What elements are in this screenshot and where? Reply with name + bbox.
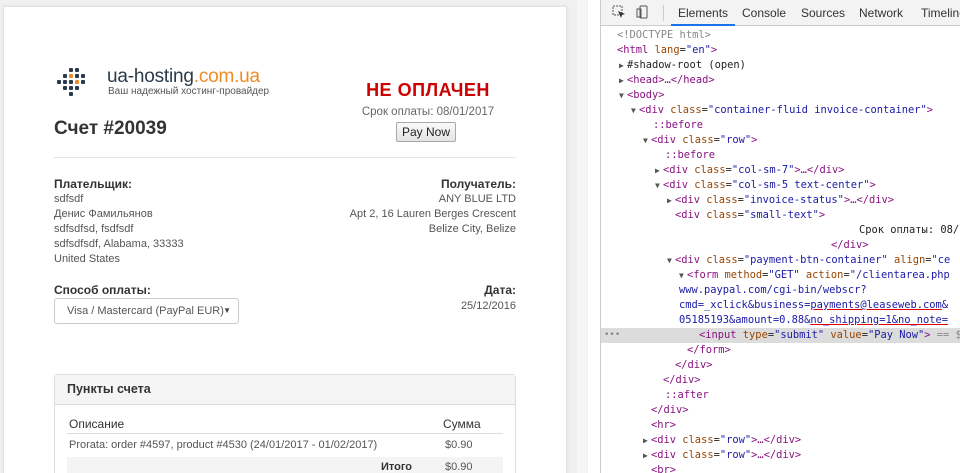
- page-scrollbar[interactable]: [577, 0, 587, 473]
- dom-line-br[interactable]: <br>: [601, 463, 960, 473]
- dom-line-html[interactable]: <html lang="en">: [601, 43, 960, 58]
- dom-line-row-before[interactable]: ::before: [601, 148, 960, 163]
- payment-method-select[interactable]: Visa / Mastercard (PayPal EUR) ▼: [54, 298, 239, 324]
- payer-line-5: United States: [54, 253, 121, 265]
- dom-line-form-action-4[interactable]: 05185193&amount=0.88&no_shipping=1&no_no…: [601, 313, 960, 328]
- toolbar-separator: [663, 5, 664, 21]
- dom-line-hr[interactable]: <hr>: [601, 418, 960, 433]
- more-options-icon: •••: [604, 330, 621, 340]
- tab-elements[interactable]: Elements: [678, 6, 728, 20]
- dom-line-body[interactable]: ▼ <body>: [601, 88, 960, 103]
- recipient-line-3: Belize City, Belize: [428, 223, 516, 235]
- expand-arrow-icon: ▶: [667, 196, 672, 205]
- collapse-arrow-icon: ▼: [619, 91, 624, 100]
- dom-line-close-div[interactable]: </div>: [601, 238, 960, 253]
- payer-line-2: Денис Фамильянов: [54, 208, 153, 220]
- dom-line-head[interactable]: ▶ <head>…</head>: [601, 73, 960, 88]
- brand-name[interactable]: ua-hosting.com.ua: [107, 66, 260, 88]
- dom-line-after[interactable]: ::after: [601, 388, 960, 403]
- item-amount: $0.90: [445, 439, 473, 451]
- total-label: Итого: [381, 461, 413, 473]
- brand-tagline: Ваш надежный хостинг-провайдер: [108, 86, 270, 97]
- expand-arrow-icon: ▶: [643, 436, 648, 445]
- payer-line-4: sdfsdfsdf, Alabama, 33333: [54, 238, 184, 250]
- dom-line-col5[interactable]: ▼ <div class="col-sm-5 text-center">: [601, 178, 960, 193]
- collapse-arrow-icon: ▼: [631, 106, 636, 115]
- column-header-description: Описание: [69, 417, 125, 431]
- tab-network[interactable]: Network: [859, 6, 903, 20]
- collapse-arrow-icon: ▼: [667, 256, 672, 265]
- inspect-element-icon[interactable]: [611, 5, 627, 21]
- item-description: Prorata: order #4597, product #4530 (24/…: [69, 439, 378, 451]
- collapse-arrow-icon: ▼: [655, 181, 660, 190]
- payer-label: Плательщик:: [54, 177, 132, 191]
- expand-arrow-icon: ▶: [619, 61, 624, 70]
- payer-line-1: sdfsdf: [54, 193, 84, 205]
- dom-line-doctype[interactable]: <!DOCTYPE html>: [601, 28, 960, 43]
- dom-line-col7[interactable]: ▶ <div class="col-sm-7">…</div>: [601, 163, 960, 178]
- dom-line-input-selected[interactable]: ••• <input type="submit" value="Pay Now">…: [601, 328, 960, 343]
- dom-line-form-action-3[interactable]: cmd=_xclick&business=payments@leaseweb.c…: [601, 298, 960, 313]
- dom-line-close-div-4[interactable]: </div>: [601, 403, 960, 418]
- dom-line-container[interactable]: ▼ <div class="container-fluid invoice-con…: [601, 103, 960, 118]
- pay-now-button[interactable]: Pay Now: [396, 122, 456, 142]
- brand-logo-icon: [57, 68, 87, 96]
- chevron-down-icon: ▼: [223, 306, 231, 315]
- recipient-line-1: ANY BLUE LTD: [438, 193, 516, 205]
- invoice-status: НЕ ОПЛАЧЕН: [366, 80, 490, 100]
- invoice-date: 25/12/2016: [460, 300, 516, 312]
- dom-line-form-action-2[interactable]: www.paypal.com/cgi-bin/webscr?: [601, 283, 960, 298]
- dom-line-invoice-status[interactable]: ▶ <div class="invoice-status">…</div>: [601, 193, 960, 208]
- dom-line-close-div-2[interactable]: </div>: [601, 358, 960, 373]
- dom-line-before[interactable]: ::before: [601, 118, 960, 133]
- collapse-arrow-icon: ▼: [679, 271, 684, 280]
- due-date: Срок оплаты: 08/01/2017: [361, 106, 495, 118]
- device-toolbar-icon[interactable]: [635, 5, 651, 21]
- dom-line-close-form[interactable]: </form>: [601, 343, 960, 358]
- expand-arrow-icon: ▶: [619, 76, 624, 85]
- dom-tree: <!DOCTYPE html> <html lang="en"> ▶ #shado…: [601, 28, 960, 473]
- devtools-toolbar: Elements Console Sources Network Timelin…: [601, 0, 960, 26]
- dom-line-row-2[interactable]: ▶ <div class="row">…</div>: [601, 433, 960, 448]
- payment-method-value: Visa / Mastercard (PayPal EUR): [67, 305, 224, 317]
- dom-line-row-3[interactable]: ▶ <div class="row">…</div>: [601, 448, 960, 463]
- dom-line-small-text[interactable]: <div class="small-text">: [601, 208, 960, 223]
- brand-tld: .com.ua: [193, 66, 260, 87]
- tab-timeline[interactable]: Timeline: [921, 6, 960, 20]
- invoice-title: Счет #20039: [54, 118, 167, 139]
- recipient-line-2: Apt 2, 16 Lauren Berges Crescent: [349, 208, 516, 220]
- tab-sources[interactable]: Sources: [801, 6, 845, 20]
- dom-line-form[interactable]: ▼ <form method="GET" action="/clientarea.…: [601, 268, 960, 283]
- dom-line-close-div-3[interactable]: </div>: [601, 373, 960, 388]
- collapse-arrow-icon: ▼: [643, 136, 648, 145]
- date-label: Дата:: [484, 283, 516, 297]
- column-header-amount: Сумма: [443, 417, 481, 431]
- total-amount: $0.90: [445, 461, 473, 473]
- dom-line-shadow-root[interactable]: ▶ #shadow-root (open): [601, 58, 960, 73]
- tab-console[interactable]: Console: [742, 6, 786, 20]
- expand-arrow-icon: ▶: [655, 166, 660, 175]
- payment-method-label: Способ оплаты:: [54, 283, 151, 297]
- recipient-label: Получатель:: [441, 177, 516, 191]
- dom-line-due-text[interactable]: Срок оплаты: 08/: [601, 223, 960, 238]
- brand-main: ua-hosting: [107, 66, 194, 87]
- total-row: [67, 457, 503, 473]
- invoice-items-panel: Пункты счета Описание Сумма Prorata: ord…: [54, 374, 516, 473]
- devtools-panel: Elements Console Sources Network Timelin…: [600, 0, 960, 473]
- table-header-divider: [67, 433, 503, 434]
- dom-line-payment-container[interactable]: ▼ <div class="payment-btn-container" alig…: [601, 253, 960, 268]
- expand-arrow-icon: ▶: [643, 451, 648, 460]
- header-divider: [54, 157, 516, 158]
- active-tab-indicator: [671, 24, 735, 26]
- dom-line-row[interactable]: ▼ <div class="row">: [601, 133, 960, 148]
- payer-line-3: sdfsdfsd, fsdfsdf: [54, 223, 134, 235]
- invoice-items-title: Пункты счета: [55, 375, 515, 405]
